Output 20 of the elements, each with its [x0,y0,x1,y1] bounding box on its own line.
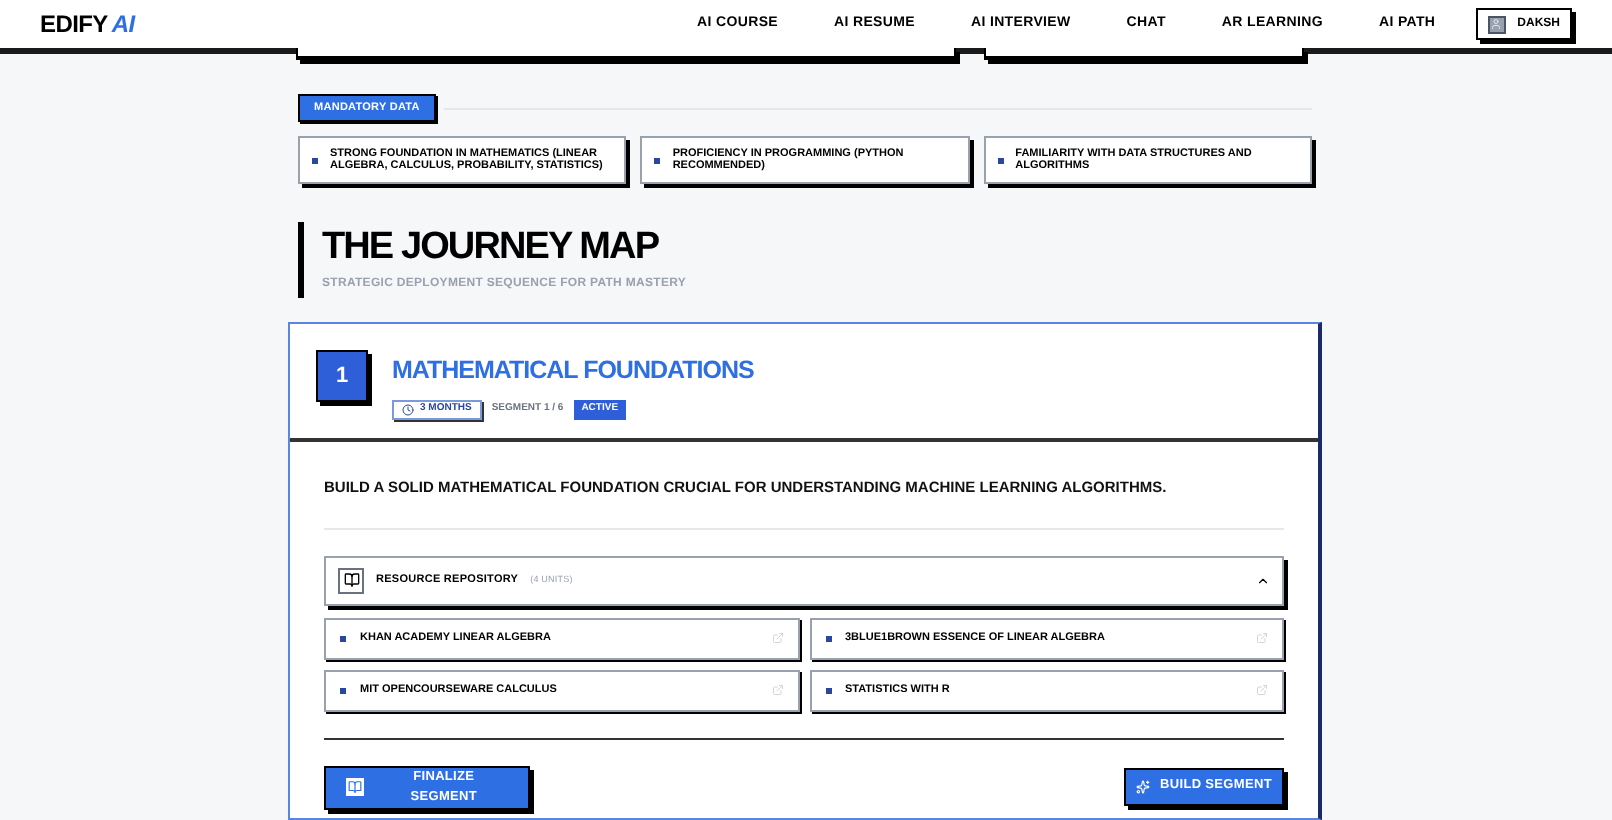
section-title: THE JOURNEY MAP [322,226,661,271]
external-link-icon [771,632,783,644]
bullet-icon [340,687,346,693]
bullet-icon [825,635,831,641]
bullet-icon [825,687,831,693]
bullet-icon [997,157,1004,164]
external-link-icon [1256,632,1268,644]
external-link-icon [1256,684,1268,696]
book-icon [346,778,364,796]
external-link-icon [771,684,783,696]
logo[interactable]: EDIFY AI [40,6,135,42]
bullet-icon [340,635,346,641]
segment-title: MATHEMATICAL FOUNDATIONS [392,354,754,389]
book-icon [338,567,364,593]
segment-number: 1 [316,350,368,403]
avatar-icon [1487,15,1506,33]
chevron-up-icon [1256,573,1270,587]
bullet-icon [312,157,318,164]
bullet-icon [654,157,661,164]
sparkle-icon [1136,779,1151,793]
